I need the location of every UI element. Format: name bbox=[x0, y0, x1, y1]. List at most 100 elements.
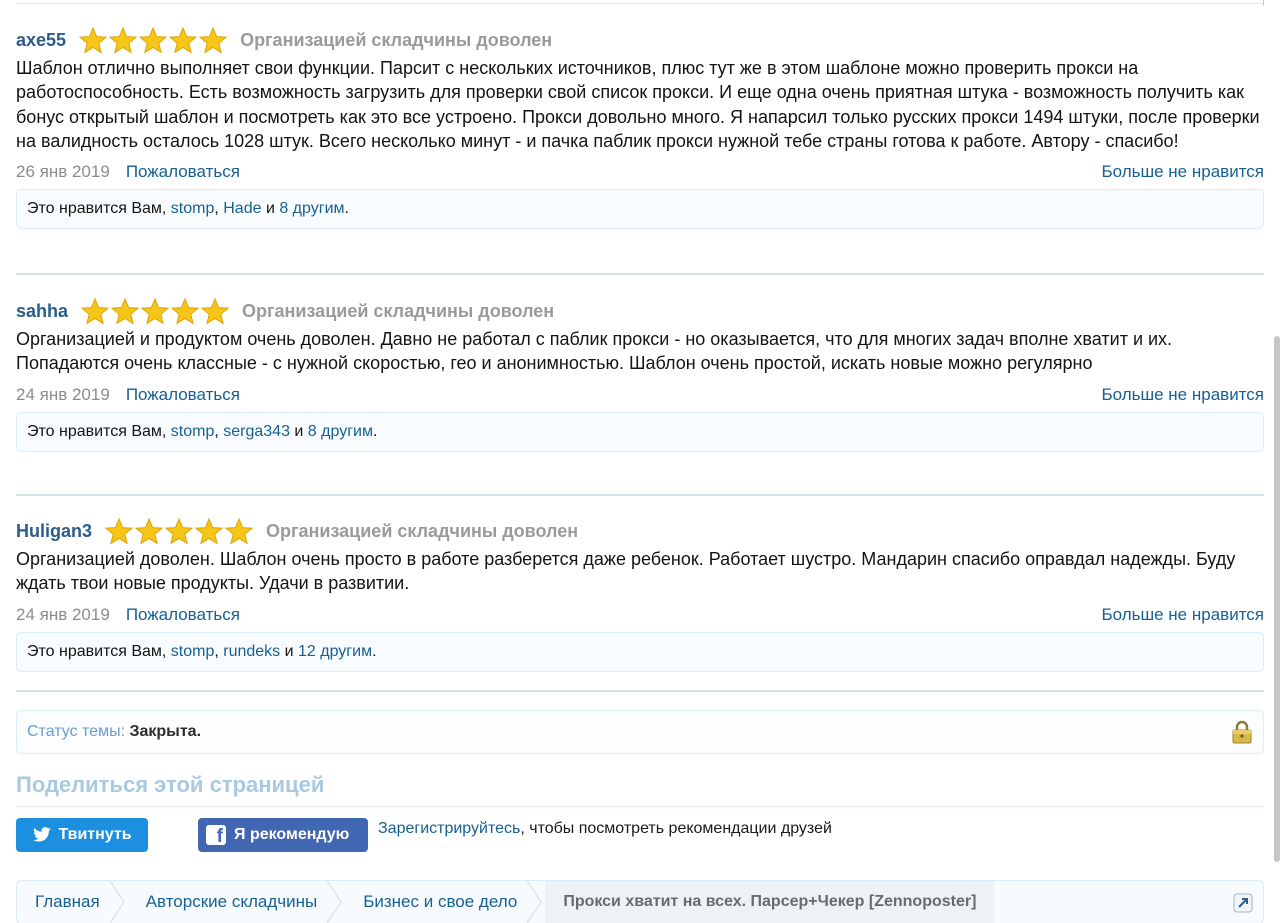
star-icon bbox=[164, 517, 194, 545]
likes-prefix: Это нравится Вам, bbox=[27, 642, 171, 660]
review-item: Huligan3 Организацией складчины доволен … bbox=[16, 517, 1264, 672]
review-username[interactable]: Huligan3 bbox=[16, 521, 92, 542]
likes-summary: Это нравится Вам, stomp, serga343 и 8 др… bbox=[16, 411, 1264, 452]
rating-stars bbox=[78, 26, 228, 54]
facebook-note-text: , чтобы посмотреть рекомендации друзей bbox=[520, 820, 832, 837]
star-icon bbox=[198, 26, 228, 54]
review-date: 24 янв 2019 bbox=[16, 604, 110, 624]
edge-mark bbox=[1263, 0, 1264, 6]
tweet-button[interactable]: Твитнуть bbox=[16, 818, 148, 852]
unlike-link[interactable]: Больше не нравится bbox=[1101, 605, 1264, 625]
review-date: 24 янв 2019 bbox=[16, 384, 110, 404]
star-icon bbox=[78, 26, 108, 54]
twitter-icon bbox=[33, 827, 52, 842]
review-meta: 24 янв 2019 Пожаловаться Больше не нрави… bbox=[16, 384, 1264, 406]
likes-conjunction: и bbox=[280, 642, 298, 660]
liker-link[interactable]: rundeks bbox=[223, 643, 280, 661]
thread-status: Статус темы: Закрыта. bbox=[16, 710, 1264, 754]
facebook-recommend-button[interactable]: f Я рекомендую bbox=[198, 818, 368, 852]
breadcrumb-label: Прокси хватит на всех. Парсер+Чекер [Zen… bbox=[563, 893, 977, 910]
liker-link[interactable]: Hade bbox=[223, 200, 261, 218]
likes-separator: , bbox=[214, 422, 224, 440]
rating-stars bbox=[104, 517, 254, 545]
register-link[interactable]: Зарегистрируйтесь bbox=[378, 820, 520, 837]
review-header: Huligan3 Организацией складчины доволен bbox=[16, 517, 1264, 545]
rating-label: Организацией складчины доволен bbox=[240, 29, 553, 50]
review-text: Шаблон отлично выполняет свои функции. П… bbox=[16, 58, 1260, 151]
status-label: Статус темы: bbox=[27, 723, 130, 740]
review-username[interactable]: sahha bbox=[16, 301, 68, 322]
review-item: sahha Организацией складчины доволен Орг… bbox=[16, 297, 1264, 452]
review-meta: 24 янв 2019 Пожаловаться Больше не нрави… bbox=[16, 604, 1264, 626]
others-link[interactable]: 12 другим bbox=[298, 643, 372, 661]
review-text: Организацией и продуктом очень доволен. … bbox=[16, 329, 1173, 374]
review-username[interactable]: axe55 bbox=[16, 30, 66, 51]
unlike-link[interactable]: Больше не нравится bbox=[1101, 162, 1264, 182]
breadcrumb-item[interactable]: Авторские складчины bbox=[128, 881, 342, 923]
likes-summary: Это нравится Вам, stomp, Hade и 8 другим… bbox=[16, 189, 1264, 230]
review-text: Организацией доволен. Шаблон очень прост… bbox=[16, 549, 1236, 594]
others-link[interactable]: 8 другим bbox=[308, 423, 373, 441]
tweet-label: Твитнуть bbox=[58, 826, 132, 843]
chevron-right-icon bbox=[109, 881, 125, 923]
jump-to-icon[interactable] bbox=[1233, 893, 1253, 913]
star-icon bbox=[104, 517, 134, 545]
review-header: sahha Организацией складчины доволен bbox=[16, 297, 1264, 325]
rating-label: Организацией складчины доволен bbox=[266, 520, 579, 541]
facebook-note: Зарегистрируйтесь, чтобы посмотреть реко… bbox=[378, 818, 858, 840]
likes-separator: , bbox=[214, 642, 224, 660]
review-divider bbox=[16, 273, 1264, 275]
liker-link[interactable]: stomp bbox=[171, 423, 215, 441]
star-icon bbox=[224, 517, 254, 545]
rating-label: Организацией складчины доволен bbox=[242, 300, 555, 321]
review-divider bbox=[16, 494, 1264, 496]
breadcrumb-item[interactable]: Главная bbox=[17, 881, 125, 923]
review-divider bbox=[16, 690, 1264, 692]
review-meta: 26 янв 2019 Пожаловаться Больше не нрави… bbox=[16, 161, 1264, 183]
star-icon bbox=[134, 517, 164, 545]
star-icon bbox=[80, 297, 110, 325]
likes-prefix: Это нравится Вам, bbox=[27, 422, 171, 440]
star-icon bbox=[170, 297, 200, 325]
breadcrumb-label: Бизнес и свое дело bbox=[363, 892, 518, 911]
facebook-icon: f bbox=[206, 825, 226, 846]
star-icon bbox=[108, 26, 138, 54]
unlike-link[interactable]: Больше не нравится bbox=[1101, 385, 1264, 405]
rating-stars bbox=[80, 297, 230, 325]
review-date: 26 янв 2019 bbox=[16, 162, 110, 182]
review-item: axe55 Организацией складчины доволен Шаб… bbox=[16, 26, 1264, 230]
likes-end: . bbox=[372, 422, 378, 440]
star-icon bbox=[110, 297, 140, 325]
likes-end: . bbox=[344, 200, 349, 218]
likes-conjunction: и bbox=[261, 200, 280, 218]
liker-link[interactable]: serga343 bbox=[223, 423, 290, 441]
facebook-label: Я рекомендую bbox=[234, 826, 350, 843]
report-link[interactable]: Пожаловаться bbox=[126, 605, 240, 625]
star-icon bbox=[140, 297, 170, 325]
breadcrumb-item[interactable]: Бизнес и свое дело bbox=[345, 881, 543, 923]
breadcrumb-current: Прокси хватит на всех. Парсер+Чекер [Zen… bbox=[545, 881, 995, 923]
liker-link[interactable]: stomp bbox=[171, 200, 215, 218]
others-link[interactable]: 8 другим bbox=[279, 200, 344, 218]
star-icon bbox=[138, 26, 168, 54]
breadcrumb-label: Авторские складчины bbox=[145, 892, 318, 911]
share-divider bbox=[16, 806, 1264, 807]
chevron-right-icon bbox=[527, 881, 543, 923]
scrollbar[interactable] bbox=[1274, 336, 1280, 862]
status-value: Закрыта. bbox=[129, 723, 202, 740]
star-icon bbox=[194, 517, 224, 545]
review-header: axe55 Организацией складчины доволен bbox=[16, 26, 1264, 54]
share-title: Поделиться этой страницей bbox=[16, 772, 325, 797]
breadcrumb: Главная Авторские складчины Бизнес и сво… bbox=[16, 880, 1264, 923]
liker-link[interactable]: stomp bbox=[171, 643, 215, 661]
likes-separator: , bbox=[214, 200, 224, 218]
lock-icon bbox=[1232, 720, 1252, 744]
report-link[interactable]: Пожаловаться bbox=[126, 385, 240, 405]
likes-conjunction: и bbox=[289, 422, 308, 440]
star-icon bbox=[200, 297, 230, 325]
likes-end: . bbox=[372, 642, 377, 660]
chevron-right-icon bbox=[327, 881, 342, 923]
report-link[interactable]: Пожаловаться bbox=[126, 162, 240, 182]
likes-prefix: Это нравится Вам, bbox=[27, 200, 171, 218]
likes-summary: Это нравится Вам, stomp, rundeks и 12 др… bbox=[16, 631, 1264, 672]
